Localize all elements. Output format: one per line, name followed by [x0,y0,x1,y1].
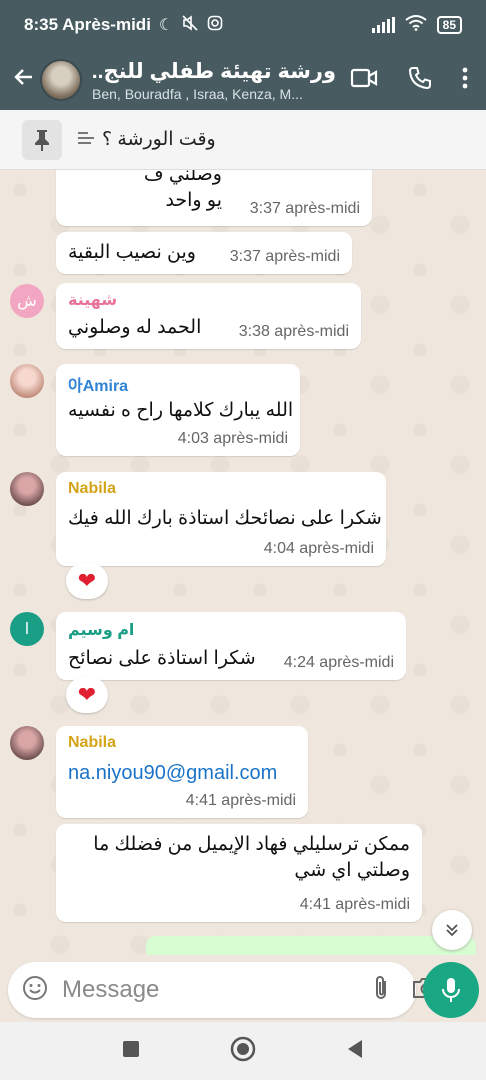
signal-icon [371,17,395,33]
message-bubble[interactable]: Nabila شكرا على نصائحك استاذة بارك الله … [56,472,386,566]
back-arrow-icon[interactable] [12,65,38,96]
message-time: 4:41 après-midi [299,896,410,913]
group-info[interactable]: ورشة تهيئة طفلي للنج... Ben, Bouradfa , … [92,59,336,102]
voice-call-icon[interactable] [408,66,432,95]
avatar[interactable] [10,726,44,760]
pinned-text: وقت الورشة ؟ [102,129,216,150]
message-text: وصلني ف يو واحد [143,170,222,211]
message-bubble[interactable]: 아Amira الله يبارك كلامها راح ه نفسيه 4:0… [56,364,300,456]
avatar[interactable] [10,364,44,398]
sender-name[interactable]: ام وسيم [68,620,134,640]
message-bubble[interactable]: وصلني ف يو واحد 3:37 après-midi [56,170,372,226]
message-text: ممكن ترسليلي فهاد الإيميل من فضلك ما وصل… [93,834,410,881]
message-time: 4:04 après-midi [263,540,374,557]
list-icon [78,129,94,151]
message-text: شكرا على نصائحك استاذة بارك الله فيك [68,508,382,529]
message-input-box[interactable] [8,962,439,1018]
sender-name[interactable]: Nabila [68,480,116,498]
sender-name[interactable]: Nabila [68,734,116,752]
mute-icon [181,14,199,37]
chat-area[interactable]: وصلني ف يو واحد 3:37 après-midi وين نصيب… [0,170,486,955]
message-time: 3:37 après-midi [229,248,340,265]
pinned-message-bar[interactable]: وقت الورشة ؟ [0,110,486,170]
avatar[interactable]: ش [10,284,44,318]
group-avatar[interactable] [40,59,82,101]
message-text: الله يبارك كلامها راح ه نفسيه [68,400,294,421]
message-text: شكرا استاذة على نصائح [68,648,256,669]
mic-button[interactable] [423,962,479,1018]
emoji-icon[interactable] [22,975,48,1006]
message-bubble[interactable]: ممكن ترسليلي فهاد الإيميل من فضلك ما وصل… [56,824,422,922]
more-options-icon[interactable] [462,67,468,94]
email-link[interactable]: na.niyou90@gmail.com [68,760,277,786]
sender-name[interactable]: شهينة [68,290,117,310]
heart-reaction-icon[interactable]: ❤ [66,677,108,713]
system-nav-bar [0,1022,486,1080]
home-icon[interactable] [230,1036,256,1067]
group-members: Ben, Bouradfa , Israa, Kenza, M... [92,85,303,102]
attach-icon[interactable] [372,974,390,1007]
status-bar: 8:35 Après-midi ☾ 85 [0,0,486,50]
message-bubble[interactable]: شهينة الحمد له وصلوني 3:38 après-midi [56,283,361,349]
message-bubble[interactable]: ام وسيم شكرا استاذة على نصائح 4:24 après… [56,612,406,680]
instagram-icon [207,15,223,36]
message-input-bar [0,955,486,1022]
avatar[interactable]: ا [10,612,44,646]
message-time: 3:37 après-midi [249,200,360,217]
message-bubble[interactable]: وين نصيب البقية 3:37 après-midi [56,232,352,274]
battery-icon: 85 [436,16,462,34]
heart-reaction-icon[interactable]: ❤ [66,563,108,599]
scroll-to-bottom-button[interactable] [432,910,472,950]
wifi-icon [405,14,427,36]
message-bubble[interactable]: Nabila na.niyou90@gmail.com 4:41 après-m… [56,726,308,818]
message-text: الحمد له وصلوني [68,317,202,338]
outgoing-message-bubble[interactable] [146,936,476,955]
message-input[interactable] [62,976,372,1004]
back-icon[interactable] [346,1039,364,1064]
avatar[interactable] [10,472,44,506]
message-time: 4:03 après-midi [177,430,288,447]
sender-name[interactable]: 아Amira [68,372,128,396]
message-time: 3:38 après-midi [238,323,349,340]
mic-icon [442,978,460,1002]
recents-icon[interactable] [122,1040,140,1063]
status-time: 8:35 Après-midi [24,15,151,34]
chat-header: ورشة تهيئة طفلي للنج... Ben, Bouradfa , … [0,50,486,110]
message-time: 4:24 après-midi [283,654,394,671]
pin-icon [22,119,62,160]
group-title: ورشة تهيئة طفلي للنج... [92,59,336,83]
video-call-icon[interactable] [350,67,378,94]
message-time: 4:41 après-midi [185,792,296,809]
message-text: وين نصيب البقية [68,242,196,263]
moon-icon: ☾ [158,17,174,34]
